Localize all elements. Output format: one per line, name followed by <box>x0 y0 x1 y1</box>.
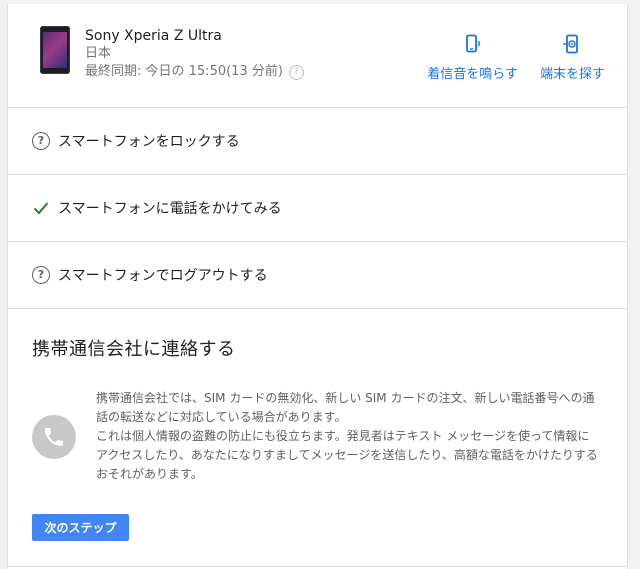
option-call-phone[interactable]: スマートフォンに電話をかけてみる <box>8 175 627 242</box>
ring-phone-icon <box>465 34 480 53</box>
device-name: Sony Xperia Z Ultra <box>85 28 222 44</box>
contact-paragraph-2: これは個人情報の盗難の防止にも役立ちます。発見者はテキスト メッセージを使って情… <box>96 429 598 481</box>
option-label: スマートフォンでログアウトする <box>58 268 268 284</box>
next-step-button[interactable]: 次のステップ <box>32 514 129 541</box>
device-last-sync: 最終同期: 今日の 15:50(13 分前)? <box>85 63 304 81</box>
divider <box>8 566 627 567</box>
help-circle-icon: ? <box>32 132 50 150</box>
device-info: Sony Xperia Z Ultra 日本 最終同期: 今日の 15:50(1… <box>85 27 304 81</box>
device-actions: 着信音を鳴らす 端末を探す <box>427 34 605 82</box>
device-header: Sony Xperia Z Ultra 日本 最終同期: 今日の 15:50(1… <box>8 4 627 108</box>
contact-carrier-section: 携帯通信会社に連絡する 携帯通信会社では、SIM カードの無効化、新しい SIM… <box>8 309 627 499</box>
contact-paragraph-1: 携帯通信会社では、SIM カードの無効化、新しい SIM カードの注文、新しい電… <box>96 391 595 424</box>
device-country: 日本 <box>85 46 112 61</box>
find-device-card: Sony Xperia Z Ultra 日本 最終同期: 今日の 15:50(1… <box>7 4 628 569</box>
locate-button[interactable]: 端末を探す <box>540 34 605 82</box>
ring-button[interactable]: 着信音を鳴らす <box>427 34 518 82</box>
option-lock-phone[interactable]: ? スマートフォンをロックする <box>8 108 627 175</box>
contact-body: 携帯通信会社では、SIM カードの無効化、新しい SIM カードの注文、新しい電… <box>32 389 603 499</box>
locate-button-label: 端末を探す <box>539 67 605 82</box>
help-circle-icon: ? <box>32 266 50 284</box>
help-icon[interactable]: ? <box>288 65 304 80</box>
locate-device-icon <box>563 34 579 54</box>
checkmark-icon <box>33 202 49 215</box>
last-sync-text: 最終同期: 今日の 15:50(13 分前) <box>85 64 283 79</box>
device-image <box>40 26 70 74</box>
option-label: スマートフォンをロックする <box>58 134 240 150</box>
ring-button-label: 着信音を鳴らす <box>427 67 518 82</box>
contact-description: 携帯通信会社では、SIM カードの無効化、新しい SIM カードの注文、新しい電… <box>96 389 601 484</box>
contact-title: 携帯通信会社に連絡する <box>32 339 236 360</box>
option-label: スマートフォンに電話をかけてみる <box>58 201 282 217</box>
option-sign-out[interactable]: ? スマートフォンでログアウトする <box>8 242 627 309</box>
phone-call-icon <box>32 415 76 459</box>
